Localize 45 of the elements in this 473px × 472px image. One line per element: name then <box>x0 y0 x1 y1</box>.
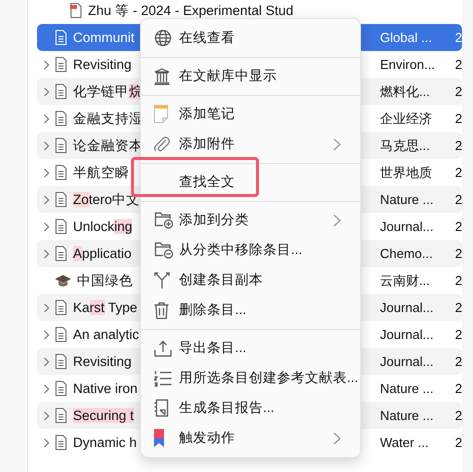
date-cell: 2 <box>455 165 462 180</box>
item-title: Dynamic h <box>73 435 137 450</box>
item-title: 中国绿色 <box>77 272 133 290</box>
date-cell: 2 <box>455 246 462 261</box>
publication-cell-text: Journal... <box>380 300 434 315</box>
item-title: 半航空瞬 <box>73 164 129 182</box>
publication-cell-text: 云南财... <box>380 272 431 290</box>
publication-cell-text: 企业经济 <box>380 110 433 128</box>
date-cell: 2 <box>455 381 462 396</box>
date-cell: 2 <box>455 219 462 234</box>
item-title: Zhu 等 - 2024 - Experimental Stud <box>88 2 294 20</box>
date-cell: 2 <box>455 354 462 369</box>
publication-cell-text: Nature ... <box>380 192 434 207</box>
publication-cell-text: 世界地质 <box>380 164 433 182</box>
date-cell: 2 <box>455 57 462 72</box>
item-title: An analytic <box>73 327 140 342</box>
publication-cell-text: Water ... <box>380 435 430 450</box>
item-title: Native iron <box>73 381 138 396</box>
item-title: Applicatio <box>73 246 132 261</box>
publication-cell-text: Environ... <box>380 57 436 72</box>
date-cell: 2 <box>455 138 462 153</box>
item-title: Communit <box>73 30 135 45</box>
publication-cell-text: Nature ... <box>380 381 434 396</box>
item-title: Revisiting <box>73 57 132 72</box>
item-title: Securing t <box>73 408 134 423</box>
date-cell: 2 <box>455 84 462 99</box>
date-cell: 2 <box>455 30 462 45</box>
publication-cell-text: 燃料化... <box>380 82 431 100</box>
publication-cell-text: Global ... <box>380 30 434 45</box>
publication-cell-text: Journal... <box>380 354 434 369</box>
publication-cell-text: Nature ... <box>380 408 434 423</box>
item-title: Karst Type <box>73 300 138 315</box>
date-cell: 2 <box>455 327 462 342</box>
date-cell: 2 <box>455 111 462 126</box>
item-title: Unlocking <box>73 219 132 234</box>
publication-cell-text: Journal... <box>380 219 434 234</box>
date-cell: 2 <box>455 192 462 207</box>
publication-cell-text: 马克思... <box>380 136 431 154</box>
item-title: Revisiting <box>73 354 132 369</box>
date-cell: 2 <box>455 300 462 315</box>
publication-cell-text: Journal... <box>380 327 434 342</box>
date-cell: 2 <box>455 273 462 288</box>
date-cell: 2 <box>455 435 462 450</box>
date-cell: 2 <box>455 408 462 423</box>
publication-cell-text: Chemo... <box>380 246 434 261</box>
